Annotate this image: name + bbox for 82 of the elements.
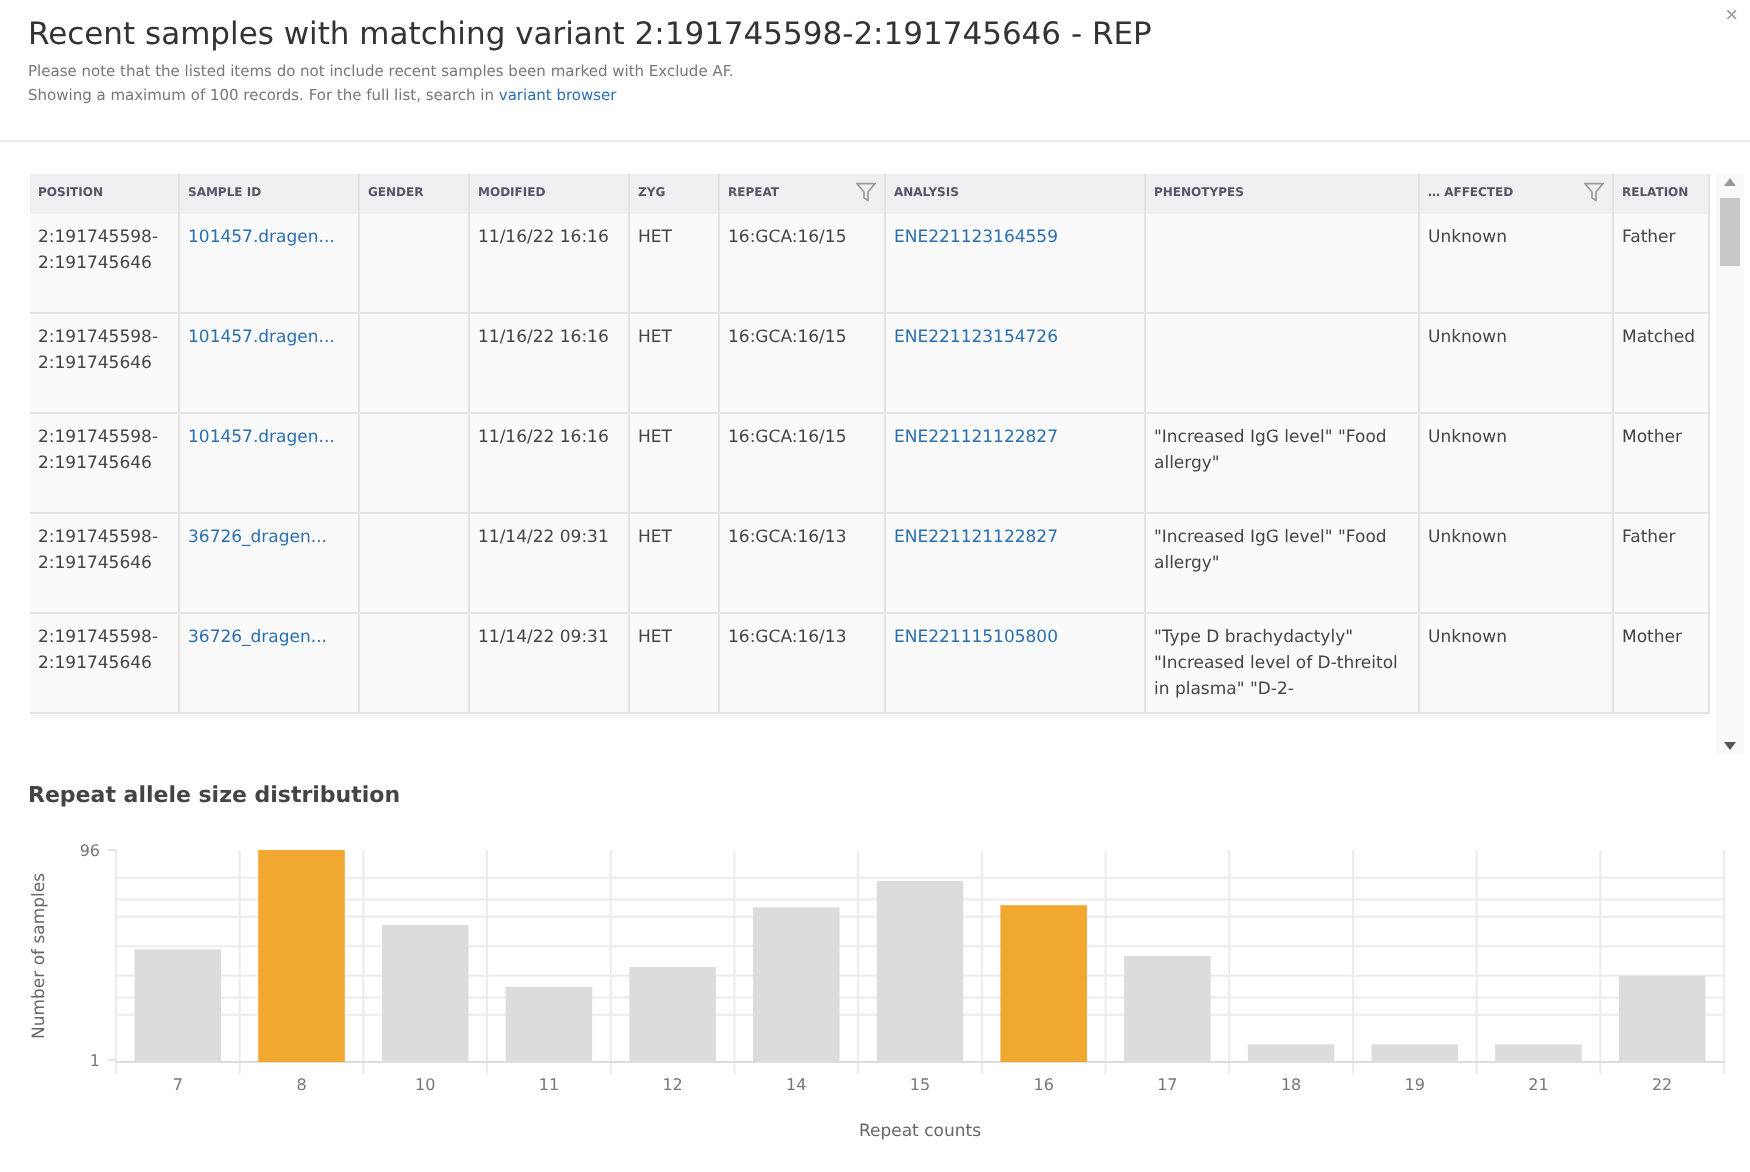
table-cell: Unknown [1428,428,1507,448]
scroll-down-icon[interactable] [1724,742,1736,750]
table-cell: 16:GCA:16/15 [728,328,847,348]
table-cell: Unknown [1428,528,1507,548]
section-title: Repeat allele size distribution [28,782,403,810]
x-tick-label: 17 [1157,1076,1178,1094]
bar[interactable] [258,850,345,1062]
table-cell: HET [638,428,672,448]
x-tick-label: 22 [1651,1076,1673,1094]
close-button[interactable]: × [1717,0,1746,32]
table-cell: 2:191745598-2:191745646 [38,428,159,474]
table-link[interactable]: ENE221121122827 [894,428,1058,448]
table-cell: 2:191745598-2:191745646 [38,328,159,374]
table-cell: Matched [1622,328,1696,348]
table-cell: 2:191745598-2:191745646 [38,228,159,274]
scroll-up-icon[interactable] [1724,178,1736,186]
bar[interactable] [876,880,964,1062]
table-cell: Mother [1622,628,1682,648]
x-tick-label: 16 [1033,1076,1054,1094]
bar[interactable] [505,986,593,1062]
table-cell: Unknown [1428,628,1507,648]
table-cell: HET [638,628,672,648]
bar[interactable] [629,967,716,1062]
table-link[interactable]: ENE221121122827 [894,528,1058,548]
x-tick-label: 18 [1280,1076,1302,1094]
table-link[interactable]: ENE221115105800 [894,628,1058,648]
x-axis-label: Repeat counts [858,1122,982,1142]
x-tick-label: 19 [1404,1076,1425,1094]
bar[interactable] [1124,956,1211,1062]
table-cell: 2:191745598-2:191745646 [38,628,159,674]
table-cell: 16:GCA:16/15 [728,428,847,448]
table-link[interactable]: 36726_dragen... [188,528,328,548]
bar[interactable] [1495,1044,1582,1062]
x-tick-label: 12 [662,1076,683,1094]
table-link[interactable]: 101457.dragen... [188,228,335,248]
table-cell: 11/16/22 16:16 [478,428,609,448]
bar[interactable] [1618,975,1706,1062]
table-link[interactable]: 101457.dragen... [188,428,335,448]
table-link[interactable]: ENE221123154726 [894,328,1058,348]
x-tick-label: 14 [786,1076,807,1094]
bar[interactable] [1000,905,1087,1062]
table-cell: Unknown [1428,328,1507,348]
table-cell: "Increased IgG level" "Food allergy" [1154,428,1387,474]
x-tick-label: 21 [1528,1076,1549,1094]
y-tick-label: 96 [79,842,100,860]
x-tick-label: 7 [172,1076,183,1094]
dialog-title: Recent samples with matching variant 2:191745598-2:191745646 - REP [28,16,1154,52]
table-cell: Mother [1622,428,1682,448]
table-cell: HET [638,528,672,548]
table-link[interactable]: 36726_dragen... [188,628,328,648]
table-cell: HET [638,328,672,348]
table-cell: "Type D brachydactyly" "Increased level of D-threitol in plasma" "D-2- [1154,628,1398,700]
x-tick-label: 8 [296,1076,307,1094]
table-cell: 11/14/22 09:31 [478,528,609,548]
table-cell: 11/16/22 16:16 [478,228,609,248]
x-tick-label: 11 [538,1076,560,1094]
table-cell: 16:GCA:16/15 [728,228,847,248]
x-tick-label: 15 [909,1076,931,1094]
table-cell: Unknown [1428,228,1507,248]
table-cell: 16:GCA:16/13 [728,528,847,548]
table-cell: Father [1622,228,1676,248]
bar[interactable] [753,907,840,1062]
bar[interactable] [381,925,469,1062]
scrollbar[interactable] [1716,174,1744,754]
filter-icon[interactable] [1584,182,1604,202]
x-tick-label: 10 [415,1076,436,1094]
scroll-thumb[interactable] [1720,198,1740,266]
table-cell: 11/16/22 16:16 [478,328,609,348]
table-link[interactable]: 101457.dragen... [188,328,335,348]
y-axis-label: Number of samples [30,872,50,1040]
table-cell: HET [638,228,672,248]
bar[interactable] [1247,1044,1335,1062]
bar[interactable] [1371,1044,1459,1062]
table-cell: 16:GCA:16/13 [728,628,847,648]
table-link[interactable]: ENE221123164559 [894,228,1058,248]
table-cell: "Increased IgG level" "Food allergy" [1154,528,1387,574]
filter-icon[interactable] [856,182,876,202]
table-cell: 2:191745598-2:191745646 [38,528,159,574]
y-tick-label: 1 [89,1051,100,1070]
table-cell: Father [1622,528,1676,548]
table-cell: 11/14/22 09:31 [478,628,609,648]
bar[interactable] [134,949,222,1062]
